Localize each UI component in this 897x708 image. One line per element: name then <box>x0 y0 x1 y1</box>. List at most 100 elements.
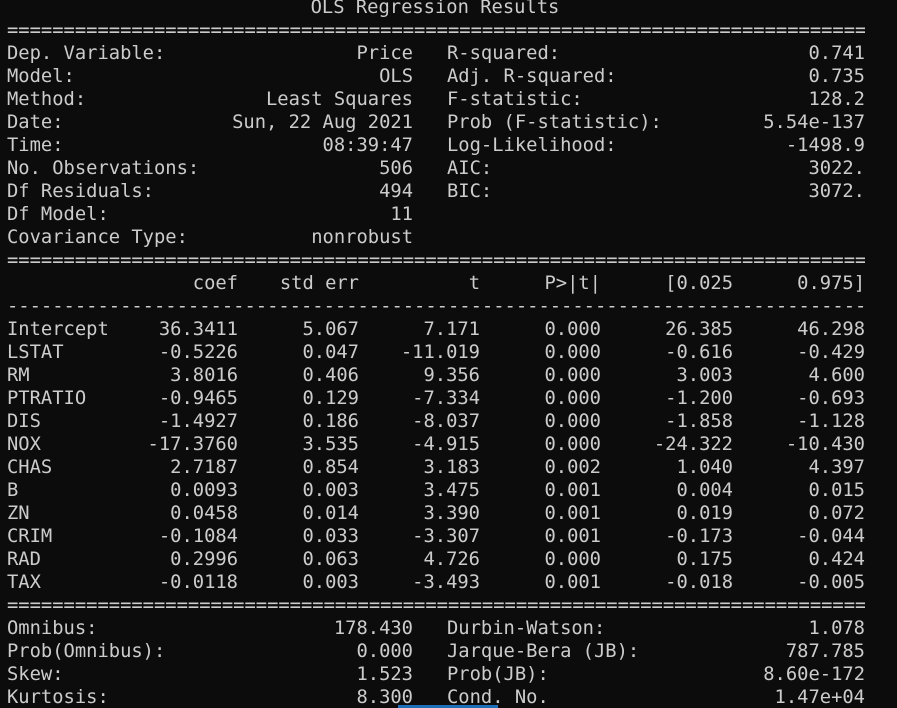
table-cell: 0.047 <box>302 342 359 363</box>
summary-value: 5.54e-137 <box>763 112 865 133</box>
summary-value: 11 <box>390 204 413 225</box>
table-cell: 0.033 <box>302 526 359 547</box>
diagnostic-value: 178.430 <box>333 618 413 639</box>
summary-value: Sun, 22 Aug 2021 <box>232 112 413 133</box>
summary-value: 08:39:47 <box>322 135 413 156</box>
diagnostic-value: 1.523 <box>356 664 413 685</box>
summary-row: Df Model: 11 <box>7 203 865 226</box>
diagnostic-row: Prob(Omnibus): 0.000 Jarque-Bera (JB): 787.… <box>7 640 865 663</box>
table-cell: -0.1084 <box>158 526 238 547</box>
table-cell: 0.019 <box>676 503 733 524</box>
column-header: 0.975] <box>797 273 865 294</box>
table-row: CHAS 2.7187 0.854 3.183 0.002 1.040 4.397 <box>7 456 865 479</box>
diagnostic-value: 1.078 <box>808 618 865 639</box>
table-row: ZN 0.0458 0.014 3.390 0.001 0.019 0.072 <box>7 502 865 525</box>
summary-value: 0.735 <box>808 66 865 87</box>
summary-value: nonrobust <box>311 227 413 248</box>
table-cell: 0.015 <box>808 480 865 501</box>
summary-value: 128.2 <box>808 89 865 110</box>
summary-row: Df Residuals: 494 BIC: 3072. <box>7 180 865 203</box>
table-cell: 3.8016 <box>170 365 238 386</box>
table-cell: 4.397 <box>808 457 865 478</box>
summary-value: 3022. <box>808 158 865 179</box>
table-cell: 0.004 <box>676 480 733 501</box>
table-cell: 0.001 <box>544 572 601 593</box>
summary-value: 0.741 <box>808 43 865 64</box>
table-cell: -1.200 <box>665 388 733 409</box>
table-cell: -0.0118 <box>158 572 238 593</box>
table-cell: 0.2996 <box>170 549 238 570</box>
table-cell: 1.040 <box>676 457 733 478</box>
table-cell: -1.128 <box>797 411 865 432</box>
double-separator: ========================================… <box>7 595 865 616</box>
diagnostic-value: 0.000 <box>356 641 413 662</box>
table-cell: 9.356 <box>423 365 480 386</box>
table-cell: 3.003 <box>676 365 733 386</box>
table-row: CRIM -0.1084 0.033 -3.307 0.001 -0.173 -0.044 <box>7 525 865 548</box>
table-cell: 3.183 <box>423 457 480 478</box>
table-cell: 0.0093 <box>170 480 238 501</box>
diagnostic-value: 1.47e+04 <box>774 687 865 708</box>
table-row: NOX -17.3760 3.535 -4.915 0.000 -24.322 -10.43… <box>7 433 865 456</box>
table-row: PTRATIO -0.9465 0.129 -7.334 0.000 -1.200 -0.6… <box>7 387 865 410</box>
table-cell: 0.072 <box>808 503 865 524</box>
table-cell: -4.915 <box>412 434 480 455</box>
table-cell: -8.037 <box>412 411 480 432</box>
table-cell: -0.693 <box>797 388 865 409</box>
table-cell: 3.475 <box>423 480 480 501</box>
table-cell: 0.000 <box>544 342 601 363</box>
single-separator: ----------------------------------------… <box>7 296 865 317</box>
column-header: P>|t| <box>544 273 601 294</box>
summary-value: OLS <box>379 66 413 87</box>
summary-row: Date: Sun, 22 Aug 2021 Prob (F-statistic):… <box>7 111 865 134</box>
table-row: LSTAT -0.5226 0.047 -11.019 0.000 -0.616 -0.42… <box>7 341 865 364</box>
column-header: std err <box>279 273 359 294</box>
double-separator: ========================================… <box>7 20 865 41</box>
table-cell: -3.493 <box>412 572 480 593</box>
summary-value: Least Squares <box>266 89 413 110</box>
summary-value: 494 <box>379 181 413 202</box>
table-cell: 2.7187 <box>170 457 238 478</box>
table-cell: 26.385 <box>665 319 733 340</box>
results-title: OLS Regression Results <box>310 0 560 18</box>
table-cell: 7.171 <box>423 319 480 340</box>
column-header: [0.025 <box>665 273 733 294</box>
table-cell: 0.001 <box>544 503 601 524</box>
table-cell: -0.018 <box>665 572 733 593</box>
table-row: DIS -1.4927 0.186 -8.037 0.000 -1.858 -1.128 <box>7 410 865 433</box>
column-header: t <box>468 273 480 294</box>
table-cell: 0.000 <box>544 365 601 386</box>
table-cell: 0.000 <box>544 434 601 455</box>
summary-row: Time: 08:39:47 Log-Likelihood: -1498.9 <box>7 134 865 157</box>
table-cell: 4.726 <box>423 549 480 570</box>
table-cell: -17.3760 <box>147 434 238 455</box>
table-cell: 0.000 <box>544 549 601 570</box>
summary-value: 3072. <box>808 181 865 202</box>
summary-value: 506 <box>379 158 413 179</box>
table-cell: 5.067 <box>302 319 359 340</box>
table-row: RAD 0.2996 0.063 4.726 0.000 0.175 0.424 <box>7 548 865 571</box>
table-cell: -10.430 <box>785 434 865 455</box>
table-cell: 46.298 <box>797 319 865 340</box>
table-cell: 0.424 <box>808 549 865 570</box>
table-cell: 0.175 <box>676 549 733 570</box>
terminal-output: OLS Regression Results =================… <box>0 0 897 708</box>
coef-header-row: coef std err t P>|t| [0.025 0.975] <box>7 272 865 295</box>
summary-row: Covariance Type: nonrobust <box>7 226 865 249</box>
table-cell: 3.390 <box>423 503 480 524</box>
table-cell: -0.173 <box>665 526 733 547</box>
summary-value: -1498.9 <box>785 135 865 156</box>
table-row: Intercept 36.3411 5.067 7.171 0.000 26.385 46.… <box>7 318 865 341</box>
vertical-scrollbar[interactable] <box>883 0 897 708</box>
table-cell: -0.429 <box>797 342 865 363</box>
diagnostic-row: Omnibus: 178.430 Durbin-Watson: 1.078 <box>7 617 865 640</box>
diagnostic-value: 8.60e-172 <box>763 664 865 685</box>
table-cell: 36.3411 <box>158 319 238 340</box>
table-cell: 0.406 <box>302 365 359 386</box>
table-cell: -0.044 <box>797 526 865 547</box>
table-cell: 0.001 <box>544 480 601 501</box>
table-cell: -1.858 <box>665 411 733 432</box>
table-cell: 0.129 <box>302 388 359 409</box>
table-cell: 3.535 <box>302 434 359 455</box>
double-separator: ========================================… <box>7 250 865 271</box>
